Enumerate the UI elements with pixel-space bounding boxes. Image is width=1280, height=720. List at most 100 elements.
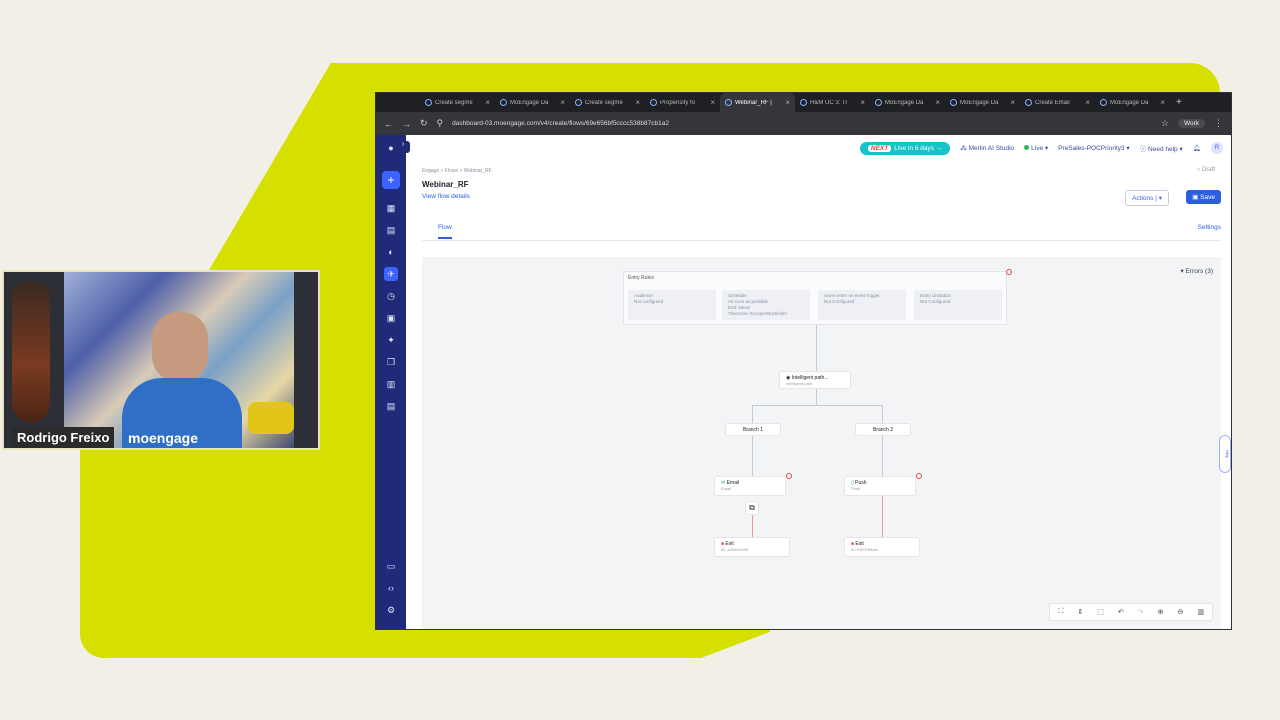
templates-icon[interactable]: ❐ [384,355,398,369]
save-icon: ▣ [1192,194,1199,201]
copy-icon[interactable]: ⧉ [745,501,759,515]
page-title: Webinar_RF [422,180,469,189]
flow-canvas[interactable]: ▾ Errors (3) Entry Rules Audience Not con… [422,257,1221,629]
entry-rules-node[interactable]: Entry Rules Audience Not configured Sched… [623,271,1007,325]
close-icon[interactable]: × [860,98,865,107]
workspace-dropdown[interactable]: PreSales-POCPriority3 ▾ [1058,144,1130,152]
errors-toggle[interactable]: ▾ Errors (3) [1180,267,1213,275]
tab-settings[interactable]: Settings [1198,224,1222,231]
content-icon[interactable]: ▣ [384,311,398,325]
microphone [248,402,294,434]
error-icon[interactable] [916,473,922,479]
personalize-icon[interactable]: ◷ [384,289,398,303]
close-icon[interactable]: × [560,98,565,107]
new-tab-icon[interactable]: + [1176,97,1182,108]
browser-tab[interactable]: H&M UC 3: Tr × [795,93,870,112]
actions-button[interactable]: Actions | ▾ [1125,190,1169,206]
close-icon[interactable]: × [1085,98,1090,107]
select-icon[interactable]: ⬚ [1097,608,1104,616]
canvas-toolbar: ⛶ ⇕ ⬚ ↶ ↷ ⊕ ⊖ ▥ [1049,603,1213,621]
back-icon[interactable]: ← [384,119,393,129]
close-icon[interactable]: × [485,98,490,107]
favicon-icon [425,99,432,106]
zoom-in-icon[interactable]: ⊕ [1158,608,1164,616]
close-icon[interactable]: × [1010,98,1015,107]
browser-tab[interactable]: Create segme × [570,93,645,112]
error-icon[interactable] [1006,269,1012,275]
close-icon[interactable]: × [935,98,940,107]
browser-tab[interactable]: MoEngage Da × [495,93,570,112]
close-icon[interactable]: × [635,98,640,107]
menu-icon[interactable]: ⋮ [1214,118,1223,129]
minimap-icon[interactable]: ▥ [1197,608,1204,616]
browser-tab[interactable]: Create Email × [1020,93,1095,112]
browser-window: Create segme × MoEngage Da × Create segme ×… [375,92,1232,630]
profile-button[interactable]: Work [1177,119,1205,128]
site-info-icon[interactable]: ⚲ [437,118,444,129]
reload-icon[interactable]: ↻ [420,118,428,129]
branch-2-node[interactable]: Branch 2 [855,423,911,436]
analyze-icon[interactable]: ▤ [384,223,398,237]
close-icon[interactable]: × [710,98,715,107]
breadcrumb[interactable]: Engage > Flows > Webinar_RF [422,168,492,174]
connector-line [882,436,883,476]
segment-icon[interactable]: ◐ [384,245,398,259]
favicon-icon [950,99,957,106]
avatar[interactable]: R [1211,142,1223,154]
exit-node[interactable]: ■ Exit ID: fUtPDfMuet [844,537,920,557]
connector-line [882,405,883,423]
browser-tab-active[interactable]: Webinar_RF | × [720,93,795,112]
entry-rules-label: Entry Rules [628,275,654,281]
url-field[interactable]: dashboard-03.moengage.com/v4/create/flow… [452,120,1152,127]
merlin-ai-button[interactable]: ⁂ Merlin AI Studio [960,144,1014,152]
live-status-icon [1024,145,1030,150]
exit-node[interactable]: ■ Exit ID: a2b454Uf4t [714,537,790,557]
entry-limitation-cell[interactable]: Entry Limitation Not Configured [914,290,1002,320]
moengage-app: ● › + ▦ ▤ ◐ ✈ ◷ ▣ ✦ ❐ ▥ ▤ ▭ ‹› ⚙ NEXT Liv… [376,135,1231,629]
inbox-icon[interactable]: ▭ [384,559,398,573]
forward-icon[interactable]: → [402,119,411,129]
entry-audience-cell[interactable]: Audience Not configured [628,290,716,320]
logo-icon[interactable]: ● [384,141,398,155]
browser-tab[interactable]: Create segme × [420,93,495,112]
align-icon[interactable]: ⇕ [1077,608,1083,616]
intelligent-path-node[interactable]: ◉ Intelligent path... Intelligent path [779,371,851,389]
browser-tab[interactable]: Propensity fo × [645,93,720,112]
fit-screen-icon[interactable]: ⛶ [1058,608,1063,616]
email-node[interactable]: ✉ Email Email [714,476,786,496]
notification-bell-icon[interactable]: 🔔︎ [1193,144,1201,152]
zoom-out-icon[interactable]: ⊖ [1178,608,1184,616]
create-icon[interactable]: + [382,171,400,189]
error-icon[interactable] [786,473,792,479]
dashboard-icon[interactable]: ▦ [384,201,398,215]
developer-icon[interactable]: ‹› [384,581,398,595]
data-icon[interactable]: ▤ [384,399,398,413]
view-flow-details-link[interactable]: View flow details [422,193,470,200]
browser-tab[interactable]: MoEngage Da × [1095,93,1170,112]
help-side-tab[interactable]: Help [1219,435,1231,473]
ai-icon[interactable]: ✦ [384,333,398,347]
connector-line [752,436,753,476]
entry-event-trigger-cell[interactable]: Users enter on event trigger Not Configur… [818,290,906,320]
browser-tab[interactable]: MoEngage Da × [870,93,945,112]
favicon-icon [800,99,807,106]
status-badge: ○ Draft [1196,167,1215,173]
settings-icon[interactable]: ⚙ [384,603,398,617]
entry-schedule-cell[interactable]: Schedule As soon as possible End: Never T… [722,290,810,320]
push-node[interactable]: ▯ Push Push [844,476,916,496]
close-icon[interactable]: × [785,98,790,107]
branch-1-node[interactable]: Branch 1 [725,423,781,436]
undo-icon[interactable]: ↶ [1118,608,1124,616]
next-banner[interactable]: NEXT Live in 6 days → [859,141,951,155]
browser-tab[interactable]: MoEngage Da × [945,93,1020,112]
need-help-dropdown[interactable]: ⓘ Need help ▾ [1140,143,1183,153]
redo-icon[interactable]: ↷ [1138,608,1144,616]
engage-icon[interactable]: ✈ [384,267,398,281]
reports-icon[interactable]: ▥ [384,377,398,391]
close-icon[interactable]: × [1160,98,1165,107]
tab-flow[interactable]: Flow [438,224,452,239]
environment-dropdown[interactable]: Live ▾ [1024,144,1048,152]
bookmark-star-icon[interactable]: ☆ [1161,118,1169,129]
save-button[interactable]: ▣ Save [1186,190,1221,204]
draft-icon: ○ [1196,167,1201,173]
